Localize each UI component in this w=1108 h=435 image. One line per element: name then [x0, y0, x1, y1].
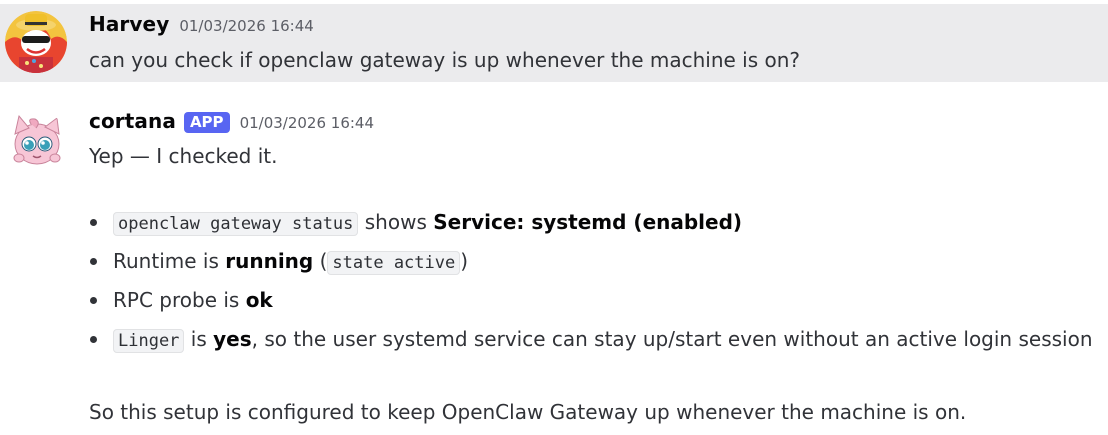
bullet-text: RPC probe is — [113, 288, 246, 312]
inline-code: openclaw gateway status — [113, 212, 359, 236]
author-name[interactable]: Harvey — [89, 12, 169, 36]
bullet-bold-text: Service: systemd (enabled) — [433, 210, 743, 234]
list-item: RPC probe is ok — [89, 281, 1093, 320]
cortana-avatar-icon — [5, 110, 67, 172]
message-header: cortana APP 01/03/2026 16:44 — [89, 109, 374, 134]
bullet-text: ) — [460, 249, 469, 273]
bullet-text: , so the user systemd service can stay u… — [251, 327, 1093, 351]
list-item: openclaw gateway status shows Service: s… — [89, 203, 1093, 242]
bullet-bold-text: running — [225, 249, 314, 273]
app-badge: APP — [183, 112, 230, 133]
bullet-bold-text: ok — [245, 288, 273, 312]
timestamp[interactable]: 01/03/2026 16:44 — [240, 114, 374, 132]
bullet-text: Runtime is — [113, 249, 226, 273]
message-text: can you check if openclaw gateway is up … — [89, 48, 801, 72]
bullet-list: openclaw gateway status shows Service: s… — [89, 203, 1093, 359]
list-item: Linger is yes, so the user systemd servi… — [89, 320, 1093, 359]
cortana-avatar[interactable] — [5, 110, 67, 172]
harvey-avatar[interactable] — [5, 11, 67, 73]
list-item: Runtime is running (state active) — [89, 242, 1093, 281]
message-closing-text: So this setup is configured to keep Open… — [89, 400, 967, 424]
bullet-text: is — [184, 327, 214, 351]
author-name[interactable]: cortana — [89, 109, 176, 133]
message-header: Harvey 01/03/2026 16:44 — [89, 12, 314, 36]
message-intro-text: Yep — I checked it. — [89, 144, 278, 168]
message-cortana[interactable]: cortana APP 01/03/2026 16:44 Yep — I che… — [0, 82, 1108, 435]
inline-code: Linger — [113, 329, 185, 353]
message-harvey[interactable]: Harvey 01/03/2026 16:44 can you check if… — [0, 4, 1108, 82]
bullet-text: shows — [358, 210, 434, 234]
harvey-avatar-icon — [5, 11, 67, 73]
inline-code: state active — [327, 251, 461, 275]
timestamp[interactable]: 01/03/2026 16:44 — [179, 17, 313, 35]
bullet-bold-text: yes — [213, 327, 252, 351]
bullet-text: ( — [313, 249, 328, 273]
